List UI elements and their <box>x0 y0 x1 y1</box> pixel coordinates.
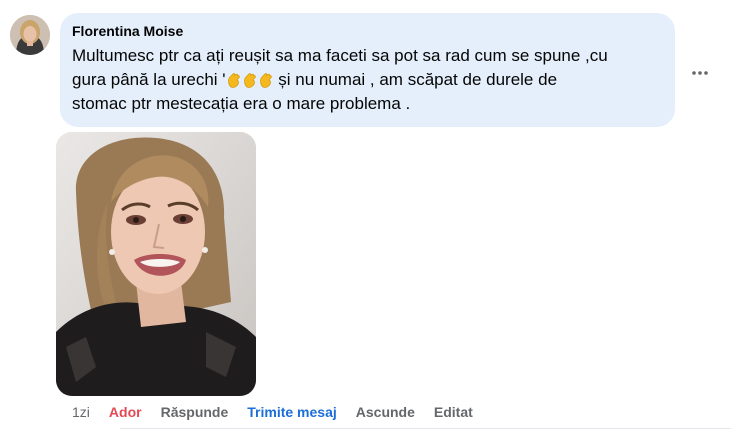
comment-block: Florentina Moise Multumesc ptr ca ați re… <box>0 0 731 430</box>
clapping-hands-icon <box>243 71 257 88</box>
like-button[interactable]: Ador <box>109 403 142 421</box>
reply-button[interactable]: Răspunde <box>161 403 229 421</box>
comment-bubble: Florentina Moise Multumesc ptr ca ați re… <box>60 13 675 127</box>
divider <box>120 428 731 429</box>
more-horizontal-icon <box>691 63 709 81</box>
comment-text: Multumesc ptr ca ați reușit sa ma faceti… <box>72 44 662 116</box>
comment-text-line2-start: gura până la urechi ' <box>72 70 226 89</box>
comment-text-line3: stomac ptr mestecația era o mare problem… <box>72 94 411 113</box>
hide-button[interactable]: Ascunde <box>356 403 415 421</box>
comment-actions: 1zi Ador Răspunde Trimite mesaj Ascunde … <box>72 403 473 421</box>
clapping-hands-icon <box>259 71 273 88</box>
comment-text-line1: Multumesc ptr ca ați reușit sa ma faceti… <box>72 46 608 65</box>
attached-photo[interactable] <box>56 132 256 396</box>
clapping-hands-icon <box>227 71 241 88</box>
edited-label[interactable]: Editat <box>434 403 473 421</box>
comment-text-line2-end: și nu numai , am scăpat de durele de <box>278 70 558 89</box>
more-options-button[interactable] <box>686 58 714 86</box>
timestamp-link[interactable]: 1zi <box>72 403 90 421</box>
avatar[interactable] <box>10 15 50 55</box>
author-name[interactable]: Florentina Moise <box>72 22 663 40</box>
send-message-button[interactable]: Trimite mesaj <box>247 403 337 421</box>
